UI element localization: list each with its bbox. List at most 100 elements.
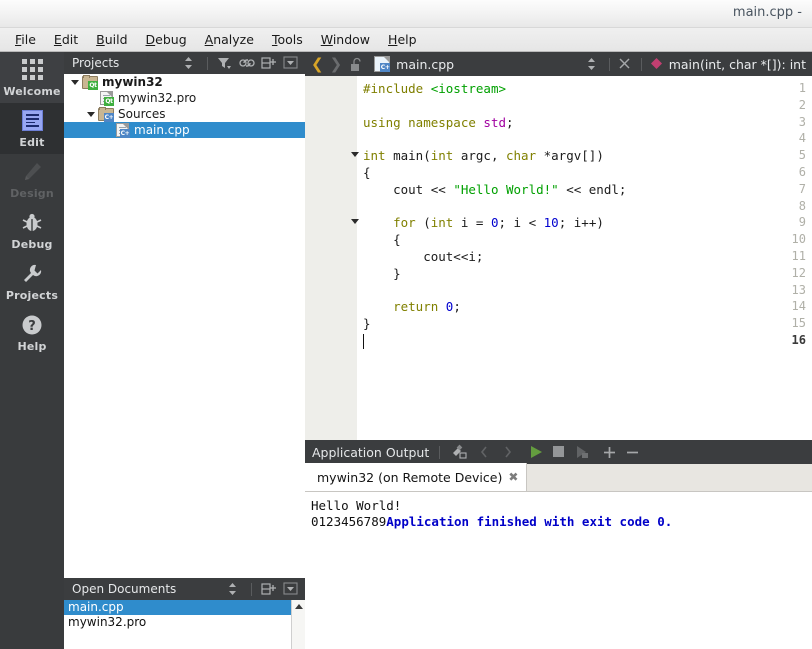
clear-output-icon[interactable] — [450, 444, 467, 460]
scroll-up-arrow-icon[interactable] — [295, 604, 303, 609]
code-token: ( — [415, 215, 431, 231]
cpp-badge: C+ — [104, 113, 114, 122]
mode-label: Design — [10, 186, 54, 200]
zoom-in-icon[interactable] — [602, 445, 617, 460]
stop-icon[interactable] — [552, 445, 567, 460]
mode-button-debug[interactable]: Debug — [0, 205, 64, 256]
projects-panel-title: Projects — [72, 56, 120, 70]
sort-selector-icon[interactable] — [227, 582, 242, 597]
code-line: int main(int argc, char *argv[]) — [363, 148, 604, 163]
divider — [640, 57, 642, 71]
mode-button-welcome[interactable]: Welcome — [0, 52, 64, 103]
open-documents-tools — [227, 581, 301, 597]
tree-item-label: mywin32.pro — [118, 91, 197, 105]
code-line: { — [363, 165, 371, 180]
editor-symbol-selector[interactable]: main(int, char *[]): int — [669, 57, 806, 72]
menu-item-edit[interactable]: Edit — [45, 30, 87, 49]
output-line: 0123456789Application finished with exit… — [311, 514, 812, 530]
code-token: ; i++) — [558, 215, 604, 231]
title-bar: main.cpp - — [0, 0, 812, 28]
code-token: cout << — [363, 181, 454, 197]
menu-item-window[interactable]: Window — [312, 30, 379, 49]
link-icon[interactable] — [239, 56, 255, 71]
code-token: 10 — [543, 215, 559, 231]
code-token: 0 — [490, 215, 499, 231]
filter-icon[interactable] — [217, 56, 232, 71]
close-dropdown-icon[interactable] — [283, 55, 298, 71]
output-segment: Application finished with exit code 0. — [386, 514, 673, 529]
mode-button-design: Design — [0, 154, 64, 205]
code-editor[interactable]: 1 2 3 4 5 6 7 8 9 10 11 12 13 14 15 16 #include <iostre… — [305, 76, 812, 440]
code-token: << endl; — [558, 181, 627, 197]
qt-badge: Qt — [104, 97, 114, 106]
chevron-right-icon[interactable]: ❯ — [330, 56, 343, 72]
output-tab[interactable]: mywin32 (on Remote Device) ✖ — [305, 463, 528, 491]
mode-label: Welcome — [3, 84, 61, 98]
prev-item-icon[interactable] — [479, 445, 494, 460]
mode-button-help[interactable]: ? Help — [0, 307, 64, 358]
projects-panel: Projects Qt mywin32 Qt mywin32.pro C+ So… — [64, 52, 305, 649]
code-line: } — [363, 266, 401, 281]
menu-item-help[interactable]: Help — [379, 30, 426, 49]
editor-filename[interactable]: main.cpp — [396, 57, 454, 72]
split-add-icon[interactable] — [261, 56, 276, 71]
window-title: main.cpp - — [732, 5, 802, 20]
mode-button-projects[interactable]: Projects — [0, 256, 64, 307]
menu-item-debug[interactable]: Debug — [137, 30, 196, 49]
output-segment: 0123456789 — [311, 514, 387, 529]
code-text[interactable]: #include <iostream> using namespace std;… — [357, 76, 812, 440]
open-document-item[interactable]: mywin32.pro — [64, 615, 304, 630]
sort-selector-icon[interactable] — [183, 56, 198, 71]
code-token: cout<<i; — [363, 249, 484, 264]
menu-item-tools[interactable]: Tools — [263, 30, 312, 49]
open-document-item[interactable]: main.cpp — [64, 600, 304, 615]
bug-icon — [22, 213, 42, 231]
code-token: char — [506, 148, 537, 164]
line-number-gutter — [305, 76, 357, 440]
code-line: for (int i = 0; i < 10; i++) — [363, 215, 604, 230]
menu-item-file[interactable]: File — [6, 30, 45, 49]
close-x-icon[interactable] — [618, 57, 633, 72]
next-item-icon[interactable] — [502, 445, 517, 460]
mode-label: Edit — [19, 135, 45, 149]
tree-item-main-cpp[interactable]: C+ main.cpp — [64, 122, 305, 138]
code-line: } — [363, 316, 371, 331]
cpp-file-icon: C+ — [374, 56, 391, 72]
close-dropdown-icon[interactable] — [283, 581, 298, 597]
code-token: ; i < — [498, 215, 544, 231]
split-add-icon[interactable] — [261, 582, 276, 597]
unlocked-icon[interactable] — [350, 57, 365, 72]
code-token: <iostream> — [430, 81, 506, 96]
svg-text:?: ? — [28, 319, 36, 334]
tree-item-mywin32-pro[interactable]: Qt mywin32.pro — [64, 90, 305, 106]
run-icon[interactable] — [529, 445, 544, 460]
chevron-left-icon[interactable]: ❮ — [311, 56, 324, 72]
updown-selector-icon[interactable] — [586, 57, 601, 72]
menu-item-analyze[interactable]: Analyze — [196, 30, 263, 49]
output-tab-label: mywin32 (on Remote Device) — [317, 469, 503, 485]
tree-item-sources[interactable]: C+ Sources — [64, 106, 305, 122]
mode-label: Help — [17, 339, 47, 353]
zoom-out-icon[interactable] — [625, 445, 640, 460]
menu-item-build[interactable]: Build — [87, 30, 136, 49]
tree-item-mywin32[interactable]: Qt mywin32 — [64, 74, 305, 90]
open-documents-scrollbar[interactable] — [291, 600, 305, 649]
qt-folder-icon: Qt — [82, 74, 98, 90]
expand-arrow-icon[interactable] — [68, 74, 82, 90]
close-x-icon[interactable]: ✖ — [508, 471, 518, 483]
attach-debugger-icon[interactable] — [575, 445, 590, 460]
code-token: #include — [363, 81, 431, 96]
mode-button-edit[interactable]: Edit — [0, 103, 64, 154]
tree-item-label: Sources — [118, 107, 166, 121]
code-token: for — [393, 215, 416, 231]
output-text[interactable]: Hello World! 0123456789Application finish… — [305, 492, 812, 649]
mode-selector-bar: Welcome Edit Design Debug Projects? Help — [0, 52, 64, 649]
expand-arrow-icon[interactable] — [84, 106, 98, 122]
